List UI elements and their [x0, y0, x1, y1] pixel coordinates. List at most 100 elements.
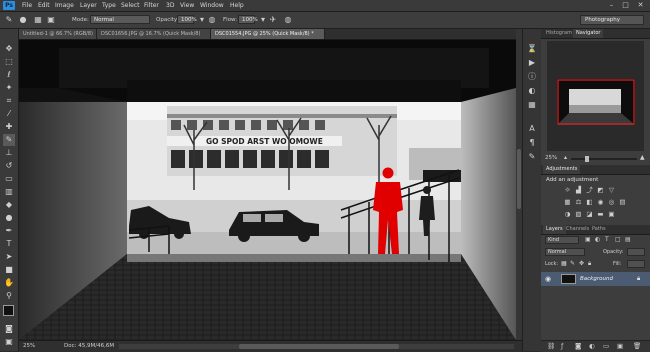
foreground-color-swatch[interactable] [3, 305, 14, 316]
clone-stamp-icon[interactable]: ⊥ [3, 147, 15, 159]
tab-paths[interactable]: Paths [589, 225, 609, 234]
lock-pixels-icon[interactable]: ▦ [561, 260, 567, 267]
screen-mode-icon[interactable]: ▣ [3, 336, 15, 348]
layer-name[interactable]: Background [580, 276, 613, 282]
layer-fill-field[interactable] [627, 260, 645, 268]
opacity-field[interactable]: 100% [177, 15, 197, 24]
menu-help[interactable]: Help [230, 2, 244, 9]
invert-icon[interactable]: ◑ [563, 210, 572, 219]
channel-mixer-icon[interactable]: ◎ [607, 198, 616, 207]
character-icon[interactable]: A [526, 123, 538, 135]
pressure-size-icon[interactable]: ◍ [283, 15, 293, 25]
opacity-dropdown-icon[interactable]: ▾ [197, 15, 207, 25]
close-button[interactable]: ✕ [635, 1, 646, 10]
brush-panel-icon[interactable]: ▦ [33, 15, 43, 25]
tab-dsc01554[interactable]: DSC01554.JPG @ 25% (Quick Mask/8) * [211, 29, 325, 39]
airbrush-icon[interactable]: ✈ [268, 15, 278, 25]
history-brush-icon[interactable]: ↺ [3, 160, 15, 172]
horizontal-scrollbar[interactable] [119, 344, 514, 349]
navigator-preview[interactable] [547, 41, 644, 151]
brightness-icon[interactable]: ☼ [563, 186, 572, 195]
quick-select-icon[interactable]: ✦ [3, 82, 15, 94]
quick-mask-icon[interactable]: ◙ [3, 323, 15, 335]
lock-all-icon[interactable]: 🔒︎ [588, 260, 591, 268]
filter-type-icon[interactable]: T [605, 236, 609, 243]
shape-icon[interactable]: ■ [3, 264, 15, 276]
swatches-icon[interactable]: ▦ [526, 99, 538, 111]
tab-channels[interactable]: Channels [563, 225, 592, 234]
vibrance-icon[interactable]: ▽ [607, 186, 616, 195]
brush-size-icon[interactable]: ● [18, 15, 28, 25]
hue-saturation-icon[interactable]: ▦ [563, 198, 572, 207]
document-canvas[interactable]: GO SPOD ARST WO OMOWE [19, 40, 516, 340]
tab-histogram[interactable]: Histogram [543, 29, 575, 38]
layer-opacity-field[interactable] [627, 248, 645, 256]
tab-navigator[interactable]: Navigator [573, 29, 604, 38]
filter-shape-icon[interactable]: □ [615, 236, 621, 243]
menu-window[interactable]: Window [200, 2, 224, 9]
photo-filter-icon[interactable]: ◉ [596, 198, 605, 207]
filter-smart-icon[interactable]: ▤ [625, 236, 631, 243]
type-icon[interactable]: T [3, 238, 15, 250]
eye-icon[interactable]: ◉ [545, 275, 551, 283]
navigator-zoom-slider[interactable] [571, 156, 637, 162]
new-adjustment-icon[interactable]: ◐ [589, 342, 595, 350]
maximize-button[interactable]: □ [620, 1, 631, 10]
marquee-icon[interactable]: ⬚ [3, 56, 15, 68]
selective-color-icon[interactable]: ▣ [607, 210, 616, 219]
flow-dropdown-icon[interactable]: ▾ [258, 15, 268, 25]
lock-move-icon[interactable]: ✥ [579, 260, 584, 267]
menu-layer[interactable]: Layer [80, 2, 97, 9]
gradient-icon[interactable]: ▥ [3, 186, 15, 198]
actions-icon[interactable]: ▶ [526, 57, 538, 69]
hand-icon[interactable]: ✋ [3, 277, 15, 289]
flow-field[interactable]: 100% [238, 15, 258, 24]
brush-presets-icon[interactable]: ✎ [526, 151, 538, 163]
pen-icon[interactable]: ✒ [3, 225, 15, 237]
menu-type[interactable]: Type [102, 2, 116, 9]
menu-select[interactable]: Select [121, 2, 140, 9]
menu-filter[interactable]: Filter [144, 2, 159, 9]
toggle-panel-icon[interactable]: ▣ [46, 15, 56, 25]
menu-image[interactable]: Image [55, 2, 74, 9]
info-icon[interactable]: ⓘ [526, 71, 538, 83]
fx-icon[interactable]: ƒ [561, 342, 563, 350]
tab-adjustments[interactable]: Adjustments [543, 165, 581, 174]
dodge-icon[interactable]: ● [3, 212, 15, 224]
crop-icon[interactable]: ⌗ [3, 95, 15, 107]
navigator-zoom-value[interactable]: 25% [545, 155, 557, 161]
pressure-opacity-icon[interactable]: ◍ [207, 15, 217, 25]
filter-pixel-icon[interactable]: ▣ [585, 236, 591, 243]
posterize-icon[interactable]: ▧ [574, 210, 583, 219]
path-select-icon[interactable]: ➤ [3, 251, 15, 263]
vertical-scroll-thumb[interactable] [517, 149, 521, 209]
black-white-icon[interactable]: ◧ [585, 198, 594, 207]
horizontal-scroll-thumb[interactable] [239, 344, 399, 349]
lasso-icon[interactable]: ℓ [3, 69, 15, 81]
workspace-switcher[interactable]: Photography [580, 15, 644, 25]
history-icon[interactable]: ⌛ [526, 43, 538, 55]
curves-icon[interactable]: ⤴ [585, 186, 594, 195]
color-icon[interactable]: ◐ [526, 85, 538, 97]
add-mask-icon[interactable]: ◙ [575, 342, 581, 350]
link-layers-icon[interactable]: ⛓ [547, 342, 555, 350]
blur-icon[interactable]: ◆ [3, 199, 15, 211]
levels-icon[interactable]: ▟ [574, 186, 583, 195]
filter-adjust-icon[interactable]: ◐ [595, 236, 600, 243]
move-icon[interactable]: ✥ [3, 43, 15, 55]
color-balance-icon[interactable]: ⚖ [574, 198, 583, 207]
eyedropper-icon[interactable]: ⁄ [3, 108, 15, 120]
mode-select[interactable]: Normal [90, 15, 150, 24]
delete-layer-icon[interactable]: 🗑︎ [633, 342, 641, 350]
exposure-icon[interactable]: ◩ [596, 186, 605, 195]
color-lookup-icon[interactable]: ▤ [618, 198, 627, 207]
zoom-in-icon[interactable]: ▲ [640, 154, 645, 161]
layer-filter-select[interactable]: Kind [545, 236, 579, 244]
threshold-icon[interactable]: ◪ [585, 210, 594, 219]
brush-preset-icon[interactable]: ✎ [4, 15, 14, 25]
layer-row-background[interactable]: ◉ Background 🔒︎ [541, 272, 650, 286]
tab-dsc01656[interactable]: DSC01656.JPG @ 16.7% (Quick Mask/8) [97, 29, 211, 39]
minimize-button[interactable]: – [606, 1, 617, 10]
lock-brush-icon[interactable]: ✎ [570, 260, 575, 267]
zoom-level[interactable]: 25% [23, 343, 35, 349]
